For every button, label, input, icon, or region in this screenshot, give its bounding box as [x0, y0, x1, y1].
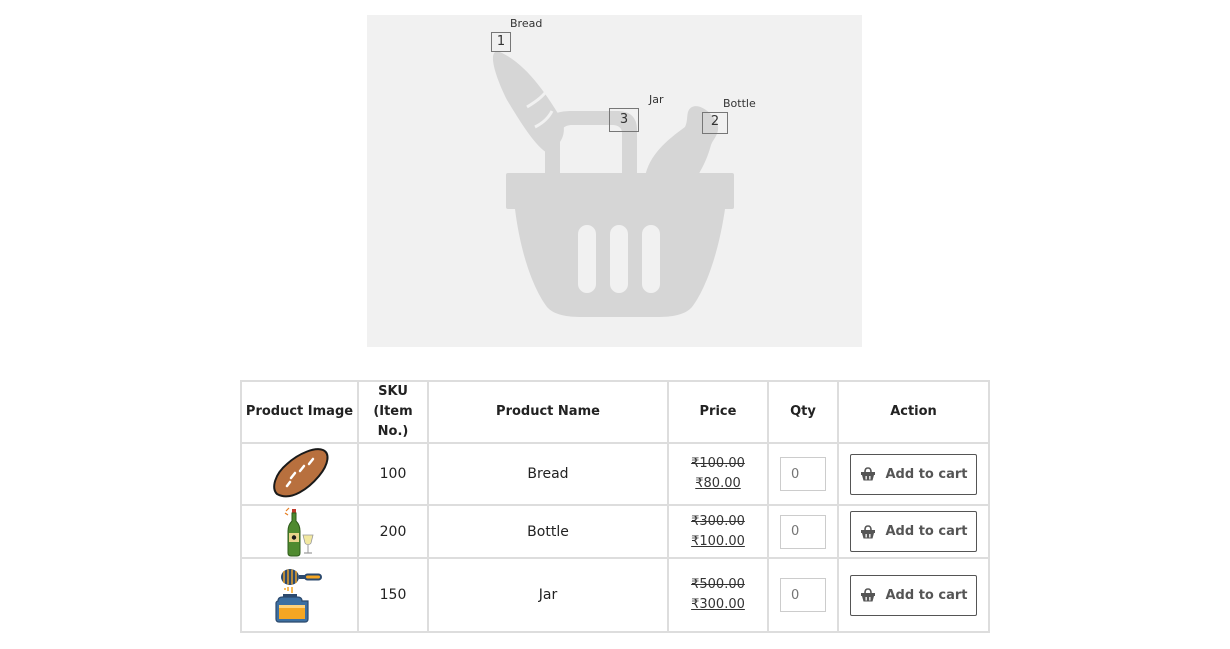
bread-icon: [272, 448, 328, 498]
jar-icon: [274, 569, 322, 623]
hotspot-label-bread: Bread: [510, 17, 543, 30]
sale-price[interactable]: ₹100.00: [669, 532, 767, 552]
price-cell: ₹100.00 ₹80.00: [667, 442, 769, 506]
add-to-cart-label: Add to cart: [885, 466, 968, 482]
add-to-cart-button[interactable]: Add to cart: [850, 453, 977, 495]
quantity-input[interactable]: [780, 457, 826, 491]
sku-cell: 100: [357, 442, 429, 506]
basket-illustration: [492, 51, 734, 317]
action-cell: Add to cart: [837, 557, 990, 633]
hotspot-1[interactable]: 1: [491, 32, 511, 52]
hotspot-3[interactable]: 3: [609, 108, 639, 132]
header-product-image: Product Image: [240, 380, 359, 444]
header-action: Action: [837, 380, 990, 444]
header-price: Price: [667, 380, 769, 444]
sku-cell: 150: [357, 557, 429, 633]
sale-price[interactable]: ₹300.00: [669, 595, 767, 615]
price-cell: ₹300.00 ₹100.00: [667, 504, 769, 559]
original-price: ₹300.00: [691, 513, 745, 529]
product-image-cell: [240, 442, 359, 506]
sale-price[interactable]: ₹80.00: [669, 474, 767, 494]
header-sku-line2: (Item No.): [373, 404, 413, 439]
original-price: ₹500.00: [691, 577, 745, 592]
basket-hotspot-image: Bread 1 Jar 3 Bottle 2: [367, 15, 862, 347]
add-to-cart-label: Add to cart: [885, 524, 968, 539]
qty-cell: [767, 442, 839, 506]
product-name-cell: Jar: [427, 557, 669, 633]
qty-cell: [767, 504, 839, 559]
hotspot-2[interactable]: 2: [702, 112, 728, 134]
add-to-cart-button[interactable]: Add to cart: [850, 511, 977, 552]
add-to-cart-label: Add to cart: [885, 587, 968, 603]
product-table: Product Image SKU (Item No.) Product Nam…: [240, 380, 990, 633]
hotspot-label-bottle: Bottle: [723, 97, 756, 110]
product-image-cell: [240, 504, 359, 559]
add-to-cart-button[interactable]: Add to cart: [850, 574, 977, 616]
product-name-cell: Bottle: [427, 504, 669, 559]
basket-icon: [860, 524, 875, 538]
table-row: 100 Bread ₹100.00 ₹80.00 Add: [240, 442, 990, 506]
hotspot-label-jar: Jar: [649, 93, 664, 106]
quantity-input[interactable]: [780, 578, 826, 612]
quantity-input[interactable]: [780, 514, 826, 549]
header-product-name: Product Name: [427, 380, 669, 444]
table-row: 200 Bottle ₹300.00 ₹100.00 A: [240, 504, 990, 559]
header-sku: SKU (Item No.): [357, 380, 429, 444]
sku-cell: 200: [357, 504, 429, 559]
original-price: ₹100.00: [691, 456, 745, 471]
table-row: 150 Jar ₹500.00 ₹300.00 Add: [240, 557, 990, 633]
basket-icon: [860, 467, 875, 481]
price-cell: ₹500.00 ₹300.00: [667, 557, 769, 633]
header-qty: Qty: [767, 380, 839, 444]
action-cell: Add to cart: [837, 504, 990, 559]
qty-cell: [767, 557, 839, 633]
basket-icon: [860, 588, 875, 602]
table-header-row: Product Image SKU (Item No.) Product Nam…: [240, 380, 990, 444]
action-cell: Add to cart: [837, 442, 990, 506]
product-image-cell: [240, 557, 359, 633]
header-sku-line1: SKU: [378, 384, 408, 399]
bottle-icon: [284, 507, 314, 556]
product-name-cell: Bread: [427, 442, 669, 506]
